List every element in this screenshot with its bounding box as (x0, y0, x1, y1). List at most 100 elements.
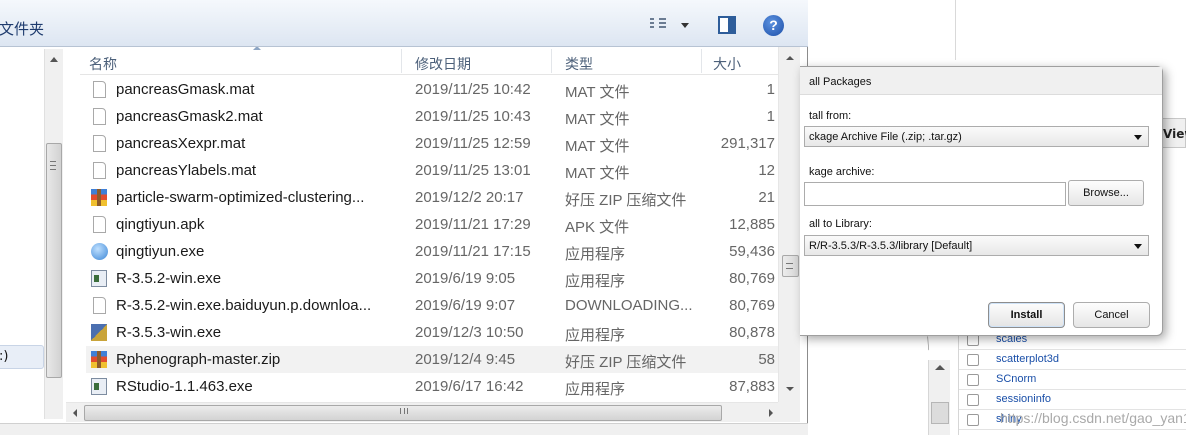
navigation-pane: :) (0, 47, 66, 435)
column-divider[interactable] (551, 49, 552, 73)
zip-archive-icon (91, 189, 107, 206)
column-header-modified[interactable]: 修改日期 (415, 54, 471, 74)
document-icon (93, 108, 106, 125)
file-name: particle-swarm-optimized-clustering... (116, 189, 365, 206)
grip-icon (786, 263, 793, 269)
explorer-toolbar: 文件夹 ? (0, 0, 808, 47)
file-type: 应用程序 (565, 381, 626, 398)
scrollbar-thumb[interactable] (46, 143, 62, 378)
file-row[interactable]: RStudio-1.1.463.exe 2019/6/17 16:42 应用程序 87… (86, 373, 778, 400)
file-row[interactable]: pancreasYlabels.mat 2019/11/25 13:01 MAT 文… (86, 157, 778, 184)
install-from-select[interactable]: ckage Archive File (.zip; .tar.gz) (804, 126, 1149, 147)
file-modified-date: 2019/11/21 17:29 (415, 216, 531, 233)
file-name: pancreasGmask.mat (116, 81, 255, 98)
file-row[interactable]: pancreasGmask2.mat 2019/11/25 10:43 MAT 文件… (86, 103, 778, 130)
toolbar-title[interactable]: 文件夹 (0, 18, 44, 39)
column-header-name[interactable]: 名称 (89, 54, 117, 74)
file-name: R-3.5.2-win.exe.baiduyun.p.downloa... (116, 297, 372, 314)
file-row[interactable]: pancreasGmask.mat 2019/11/25 10:42 MAT 文件 1 (86, 76, 778, 103)
file-list-vertical-scrollbar[interactable] (778, 47, 800, 402)
file-size: 59,436 (729, 243, 775, 260)
dialog-title: all Packages (800, 67, 1162, 95)
file-modified-date: 2019/12/4 9:45 (415, 351, 516, 368)
file-row[interactable]: R-3.5.3-win.exe 2019/12/3 10:50 应用程序 80,878 (86, 319, 778, 346)
package-archive-label: kage archive: (809, 166, 875, 178)
document-icon (93, 162, 106, 179)
scroll-right-arrow-icon[interactable] (769, 409, 773, 417)
file-row[interactable]: particle-swarm-optimized-clustering... 20… (86, 184, 778, 211)
package-checkbox[interactable] (967, 354, 979, 366)
library-select[interactable]: R/R-3.5.3/R-3.5.3/library [Default] (804, 235, 1149, 256)
library-value: R/R-3.5.3/R-3.5.3/library [Default] (809, 240, 973, 252)
file-modified-date: 2019/11/25 10:42 (415, 81, 531, 98)
navigation-scrollbar[interactable] (44, 49, 63, 419)
file-modified-date: 2019/12/3 10:50 (415, 324, 524, 341)
chevron-down-icon[interactable] (681, 23, 689, 28)
scrollbar-corner (778, 402, 800, 422)
file-name: R-3.5.2-win.exe (116, 270, 222, 287)
sort-ascending-icon (253, 47, 261, 50)
file-name: qingtiyun.apk (116, 216, 205, 233)
package-name-link[interactable]: sessioninfo (996, 393, 1051, 405)
file-list-horizontal-scrollbar[interactable] (66, 402, 778, 422)
scroll-down-arrow-icon[interactable] (786, 387, 794, 391)
document-icon (93, 135, 106, 152)
scroll-left-arrow-icon[interactable] (73, 409, 77, 417)
file-explorer-window: 文件夹 ? :) 名称 修改日期 类型 大小 (0, 0, 808, 435)
view-options-icon[interactable] (650, 18, 666, 32)
package-checkbox[interactable] (967, 394, 979, 406)
file-type: MAT 文件 (565, 84, 630, 101)
file-type: 应用程序 (565, 273, 626, 290)
file-type: 好压 ZIP 压缩文件 (565, 192, 687, 209)
file-size: 1 (766, 108, 775, 125)
globe-app-icon (91, 243, 108, 260)
file-type: DOWNLOADING... (565, 297, 693, 314)
file-type: MAT 文件 (565, 138, 630, 155)
preview-pane-icon[interactable] (718, 16, 736, 34)
nav-drive-item[interactable]: :) (0, 345, 44, 369)
file-size: 291,317 (720, 135, 775, 152)
package-checkbox[interactable] (967, 414, 979, 426)
file-type: 好压 ZIP 压缩文件 (565, 354, 687, 371)
rstudio-packages-scrollbar[interactable] (928, 360, 950, 435)
dropdown-arrow-icon (1134, 135, 1142, 140)
file-modified-date: 2019/6/19 9:05 (415, 270, 516, 287)
package-name-link[interactable]: scatterplot3d (996, 353, 1059, 365)
file-name: Rphenograph-master.zip (116, 351, 281, 368)
package-row: scatterplot3d (959, 350, 1186, 370)
help-icon[interactable]: ? (763, 15, 784, 36)
scroll-up-arrow-icon[interactable] (935, 365, 945, 370)
desktop: View ⟋ scales scatterplot3d SCnorm sessi… (0, 0, 1186, 435)
file-row[interactable]: qingtiyun.apk 2019/11/21 17:29 APK 文件 12,88… (86, 211, 778, 238)
file-row[interactable]: R-3.5.2-win.exe 2019/6/19 9:05 应用程序 80,769 (86, 265, 778, 292)
package-archive-input[interactable] (804, 182, 1066, 206)
column-header-type[interactable]: 类型 (565, 54, 593, 74)
column-header-size[interactable]: 大小 (713, 54, 741, 74)
file-row[interactable]: R-3.5.2-win.exe.baiduyun.p.downloa... 201… (86, 292, 778, 319)
file-list: 名称 修改日期 类型 大小 pancreasGmask.mat 2019/11/2… (66, 47, 778, 402)
file-row[interactable]: qingtiyun.exe 2019/11/21 17:15 应用程序 59,436 (86, 238, 778, 265)
file-size: 12,885 (729, 216, 775, 233)
file-name: pancreasXexpr.mat (116, 135, 246, 152)
installer-icon (91, 324, 107, 341)
browse-button[interactable]: Browse... (1068, 180, 1144, 206)
file-size: 80,878 (729, 324, 775, 341)
scroll-up-arrow-icon[interactable] (786, 56, 794, 60)
scroll-up-arrow-icon[interactable] (50, 57, 58, 62)
column-divider[interactable] (401, 49, 402, 73)
package-name-link[interactable]: SCnorm (996, 373, 1036, 385)
scrollbar-thumb[interactable] (931, 402, 949, 424)
file-row[interactable]: pancreasXexpr.mat 2019/11/25 12:59 MAT 文件 2… (86, 130, 778, 157)
package-checkbox[interactable] (967, 374, 979, 386)
file-modified-date: 2019/11/21 17:15 (415, 243, 531, 260)
column-divider[interactable] (701, 49, 702, 73)
cancel-button[interactable]: Cancel (1073, 302, 1150, 328)
file-modified-date: 2019/6/17 16:42 (415, 378, 524, 395)
file-row[interactable]: Rphenograph-master.zip 2019/12/4 9:45 好压 Z… (86, 346, 778, 373)
file-name: RStudio-1.1.463.exe (116, 378, 253, 395)
file-size: 21 (758, 189, 775, 206)
application-icon (91, 270, 107, 287)
install-packages-dialog: all Packages tall from: ckage Archive Fi… (800, 66, 1163, 336)
grip-icon (400, 408, 408, 414)
install-button[interactable]: Install (988, 302, 1065, 328)
